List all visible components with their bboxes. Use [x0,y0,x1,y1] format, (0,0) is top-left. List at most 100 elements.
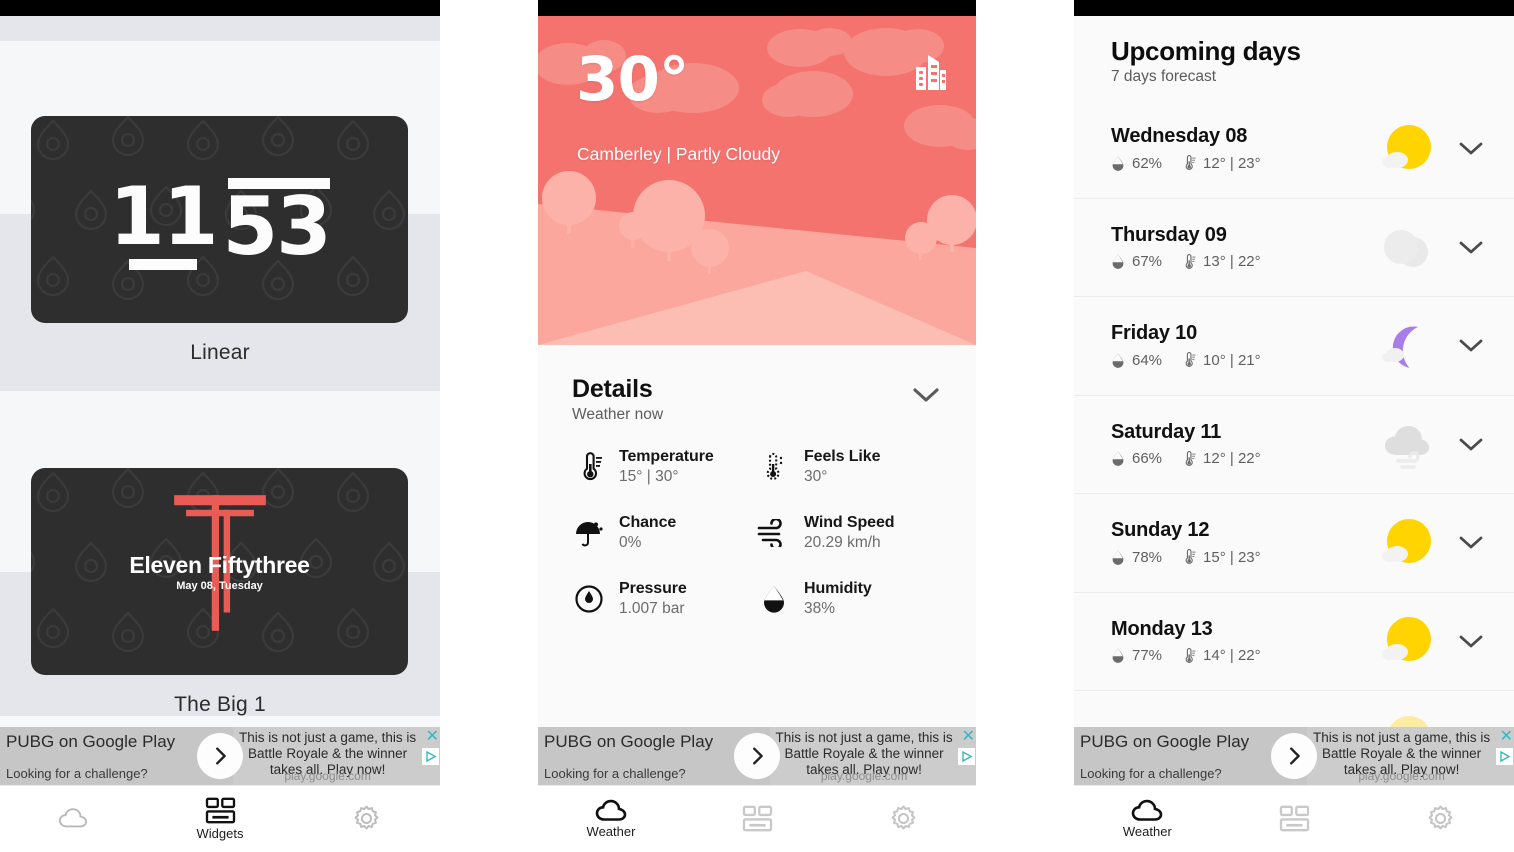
forecast-row[interactable]: Wednesday 08 62% 12° | 23° [1074,100,1514,199]
forecast-humidity: 67% [1111,253,1162,270]
thermometer-icon [1185,253,1196,269]
ad-banner[interactable]: PUBG on Google Play Looking for a challe… [538,727,976,785]
clouds-icon [1376,220,1438,274]
detail-item-feels-like: Feels Like 30° [757,448,942,486]
adchoices-icon[interactable] [958,748,975,765]
nav-item-widgets[interactable]: Widgets [147,797,294,841]
forecast-humidity: 77% [1111,647,1162,664]
close-icon[interactable]: ✕ [962,729,975,745]
ad-cta-button[interactable] [1271,733,1317,779]
bottom-navigation[interactable]: Weather [1074,785,1514,852]
ad-title: PUBG on Google Play [1080,732,1250,751]
expand-row-chevron-down-icon[interactable] [1438,535,1484,550]
cloud-icon [1132,799,1163,821]
screenshot-gutter [440,0,538,852]
ad-banner[interactable]: PUBG on Google Play Looking for a challe… [1074,727,1514,785]
close-icon[interactable]: ✕ [426,729,439,745]
thermometer-icon [1185,352,1196,368]
ad-right-block[interactable]: This is not just a game, this is Battle … [1307,727,1514,785]
clock-hours: 11 [109,170,218,264]
forecast-row[interactable]: Thursday 09 67% 13° | 22° [1074,199,1514,297]
nav-item-weather[interactable]: Weather [1074,799,1221,839]
widget-preview-linear[interactable]: 11 53 [31,116,408,323]
umbrella-icon [572,518,606,548]
ad-badges[interactable]: ✕ [421,727,440,785]
forecast-day: Thursday 09 [1111,223,1227,246]
details-header[interactable]: Details Weather now [572,375,942,424]
forecast-temps: 14° | 22° [1181,647,1261,665]
detail-label: Humidity [804,580,872,597]
expand-row-chevron-down-icon[interactable] [1438,634,1484,649]
thermometer-icon [1185,155,1196,171]
widgets-icon [205,797,235,824]
widget-preview-the-big-1[interactable]: Eleven Fiftythree May 08, Tuesday [31,468,408,675]
detail-label: Feels Like [804,448,881,465]
ad-badges[interactable]: ✕ [1495,727,1514,785]
detail-value: 20.29 km/h [804,534,881,551]
expand-row-chevron-down-icon[interactable] [1438,141,1484,156]
bottom-navigation[interactable]: Weather [538,785,976,852]
nav-item-settings[interactable] [293,805,440,834]
forecast-row[interactable]: Monday 13 77% 14° | 22° [1074,593,1514,691]
nav-item-widgets[interactable] [684,805,830,834]
ad-right-block[interactable]: This is not just a game, this is Battle … [770,727,976,785]
ad-title: PUBG on Google Play [544,732,714,751]
status-bar [1074,0,1514,16]
ad-cta-button[interactable] [734,733,780,779]
adchoices-icon[interactable] [422,748,439,765]
adchoices-icon[interactable] [1496,748,1513,765]
forecast-humidity: 64% [1111,352,1162,369]
widgets-scroll-area[interactable]: 11 53 Linear Eleven Fiftythree May 08, T… [0,16,440,716]
forecast-row[interactable]: Friday 10 64% 10° | 21° [1074,297,1514,396]
gear-icon [890,805,916,830]
widgets-icon [1279,805,1309,831]
nav-item-settings[interactable] [830,805,976,834]
ad-url: play.google.com [1358,769,1445,783]
clock-date: May 08, Tuesday [176,579,263,592]
forecast-screen: Upcoming days 7 days forecast Wednesday … [1074,0,1514,852]
bottom-navigation[interactable]: Widgets [0,785,440,852]
chevron-right-icon [1290,747,1300,765]
ad-right-block[interactable]: This is not just a game, this is Battle … [233,727,440,785]
forecast-row[interactable]: Sunday 12 78% 15° | 23° [1074,494,1514,593]
ad-cta-button[interactable] [197,733,243,779]
ad-badges[interactable]: ✕ [957,727,976,785]
ad-title: PUBG on Google Play [6,732,176,751]
page-subtitle: 7 days forecast [1111,68,1217,85]
detail-item-chance: Chance 0% [572,514,757,552]
detail-item-humidity: Humidity 38% [757,580,942,618]
forecast-temps: 10° | 21° [1181,351,1261,369]
cloud-wind-icon [1376,417,1438,471]
close-icon[interactable]: ✕ [1500,729,1513,745]
sun-cloud-icon [1376,516,1438,570]
temps-value: 13° | 22° [1203,253,1261,271]
detail-value: 38% [804,600,836,617]
location-and-condition: Camberley | Partly Cloudy [577,144,780,164]
expand-row-chevron-down-icon[interactable] [1438,437,1484,452]
ad-banner[interactable]: PUBG on Google Play Looking for a challe… [0,727,440,785]
three-screenshot-strip: 11 53 Linear Eleven Fiftythree May 08, T… [0,0,1514,852]
cloud-icon [595,799,627,821]
water-drop-icon [1112,156,1124,171]
expand-row-chevron-down-icon[interactable] [1438,338,1484,353]
forecast-humidity: 62% [1111,155,1162,172]
forecast-day: Friday 10 [1111,322,1198,345]
nav-item-settings[interactable] [1367,805,1514,834]
forecast-day: Wednesday 08 [1111,125,1248,148]
cloud-icon [59,808,88,828]
humidity-value: 78% [1132,548,1163,566]
forecast-humidity: 78% [1111,549,1162,566]
nav-item-weather[interactable] [0,807,147,831]
widget-name-label: The Big 1 [174,693,266,716]
forecast-header: Upcoming days 7 days forecast [1074,16,1514,100]
water-drop-icon [1112,648,1124,664]
forecast-row[interactable]: Saturday 11 66% 12° | 22° [1074,396,1514,494]
forecast-temps: 13° | 22° [1181,253,1261,271]
city-buildings-icon[interactable] [906,51,948,96]
nav-item-widgets[interactable] [1221,805,1368,834]
detail-label: Wind Speed [804,514,895,531]
nav-item-weather[interactable]: Weather [538,799,684,839]
expand-row-chevron-down-icon[interactable] [1438,240,1484,255]
chevron-down-icon[interactable] [912,387,940,409]
detail-value: 0% [619,534,642,551]
